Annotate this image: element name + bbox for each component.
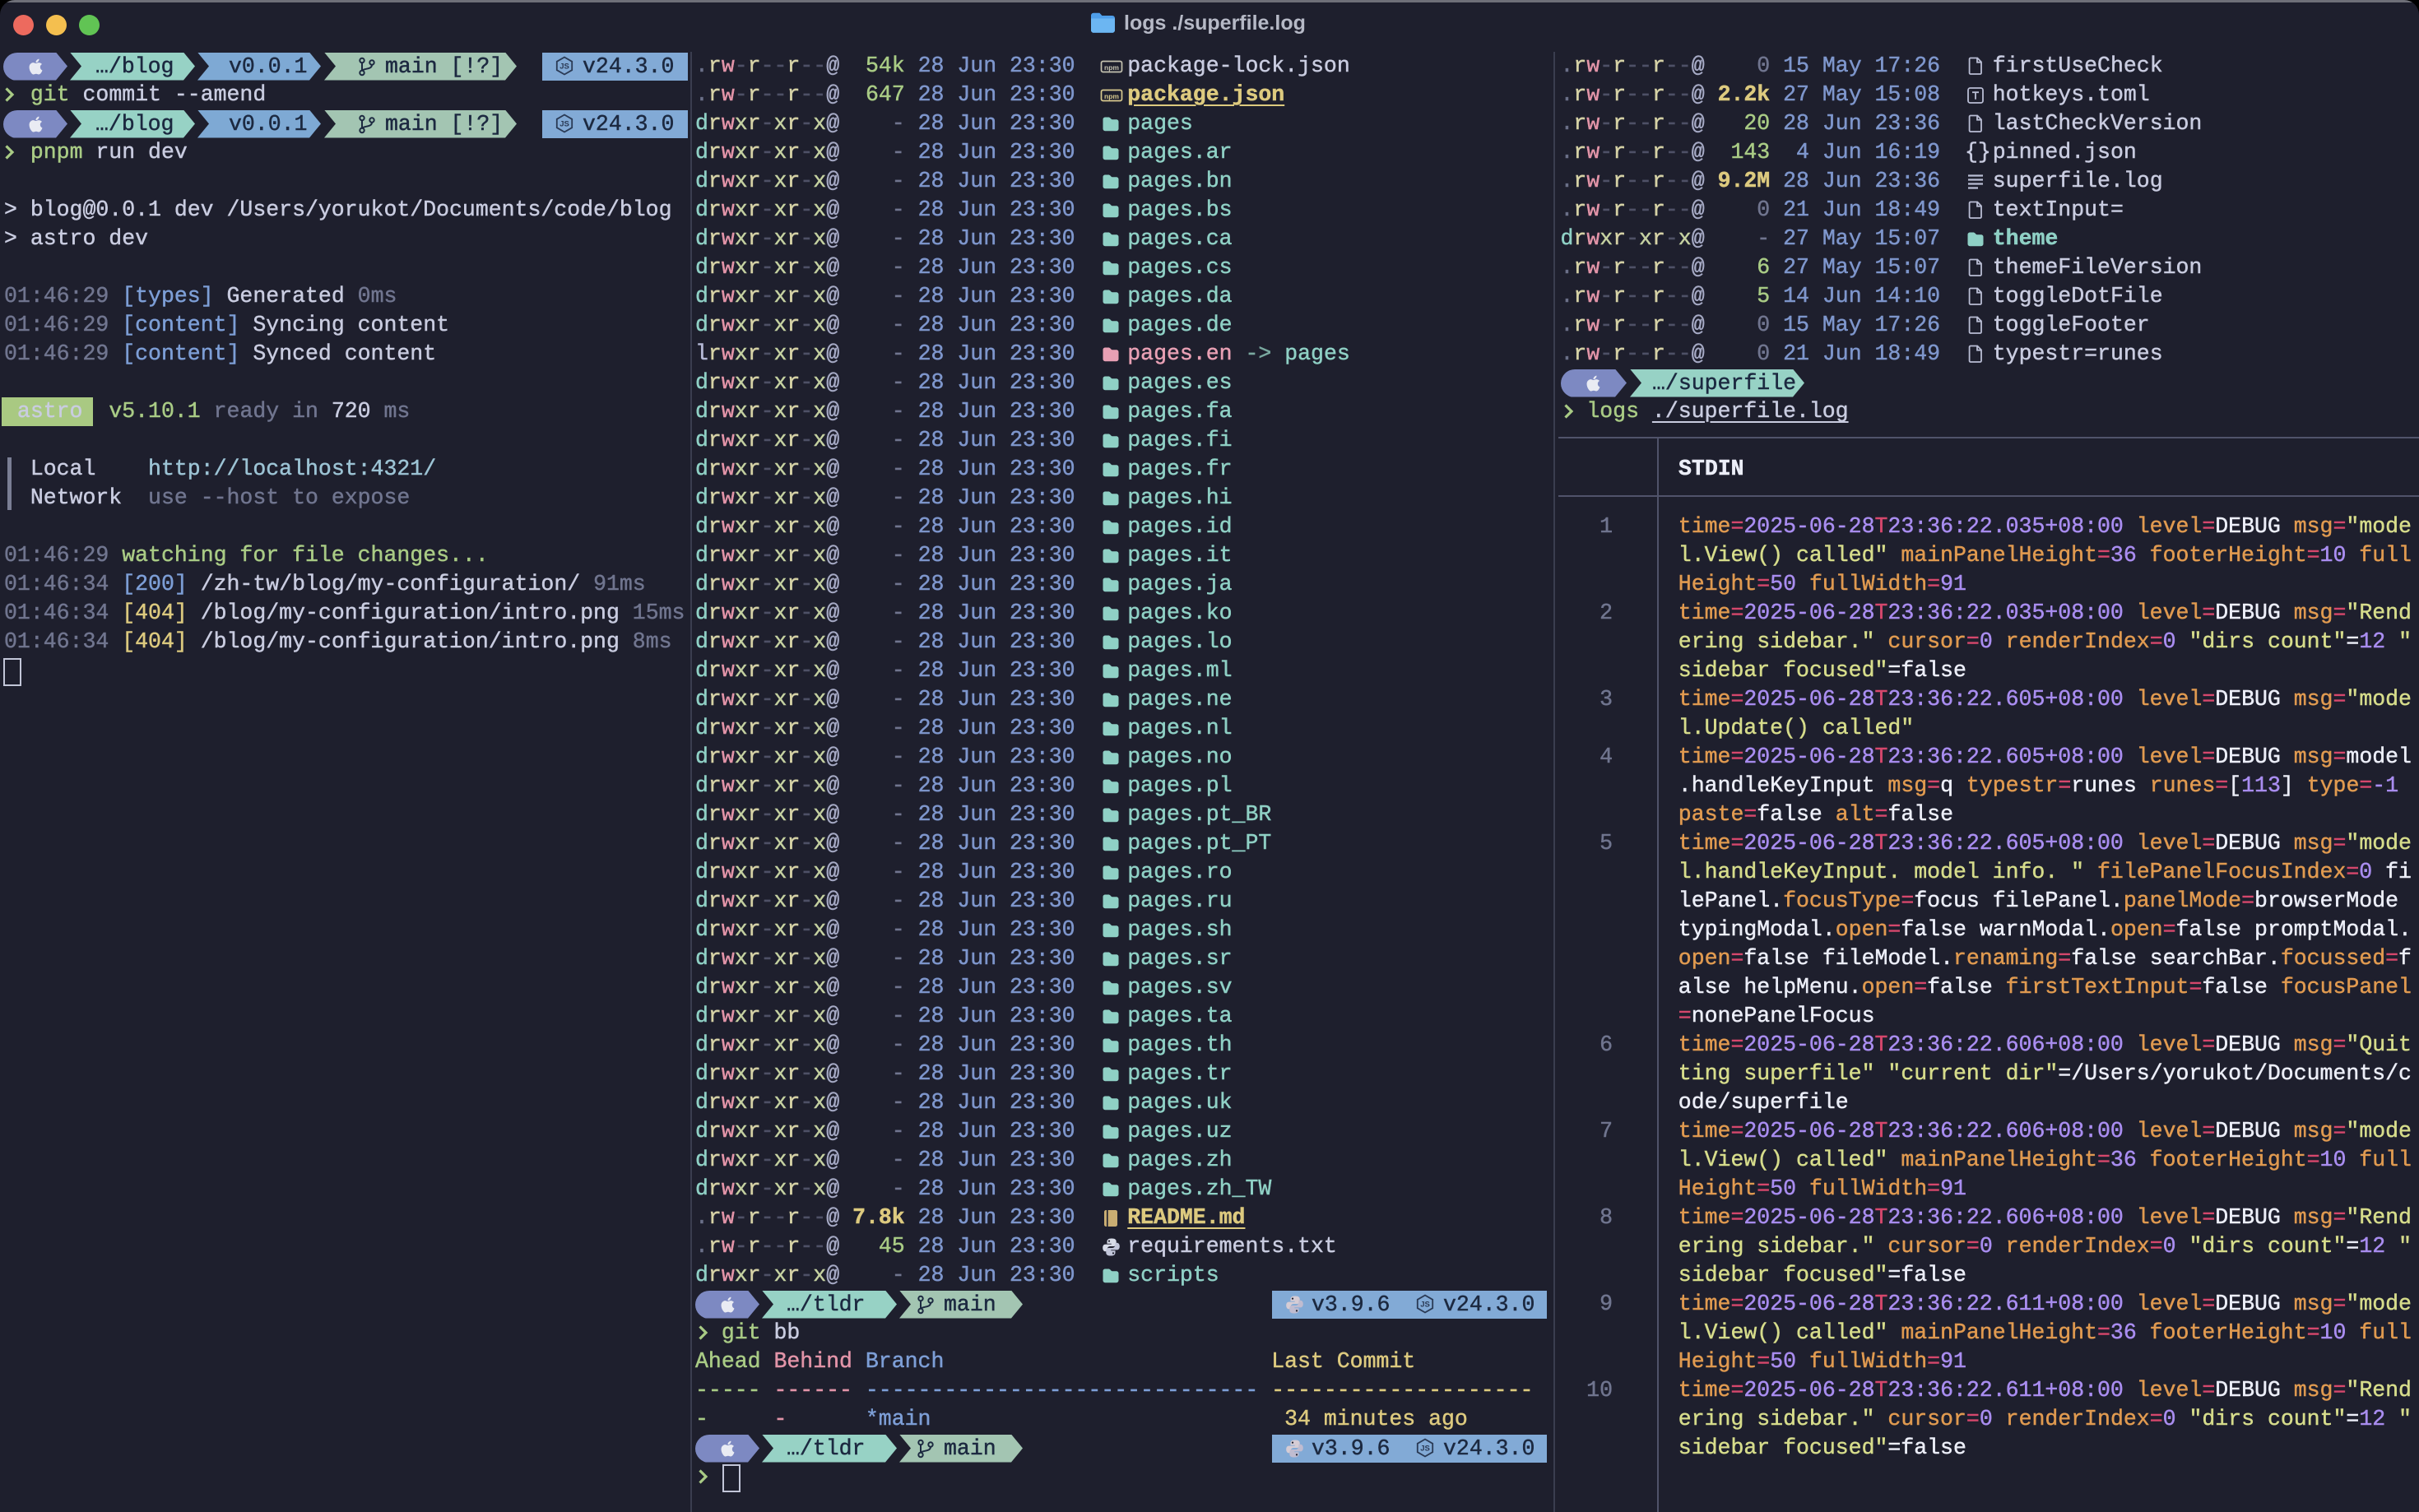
svg-text:JS: JS xyxy=(559,62,569,71)
svg-text:JS: JS xyxy=(1420,1300,1430,1309)
svg-text:JS: JS xyxy=(1420,1444,1430,1453)
svg-text:npm: npm xyxy=(1104,63,1119,72)
svg-text:npm: npm xyxy=(1104,92,1119,100)
svg-text:JS: JS xyxy=(559,119,569,128)
